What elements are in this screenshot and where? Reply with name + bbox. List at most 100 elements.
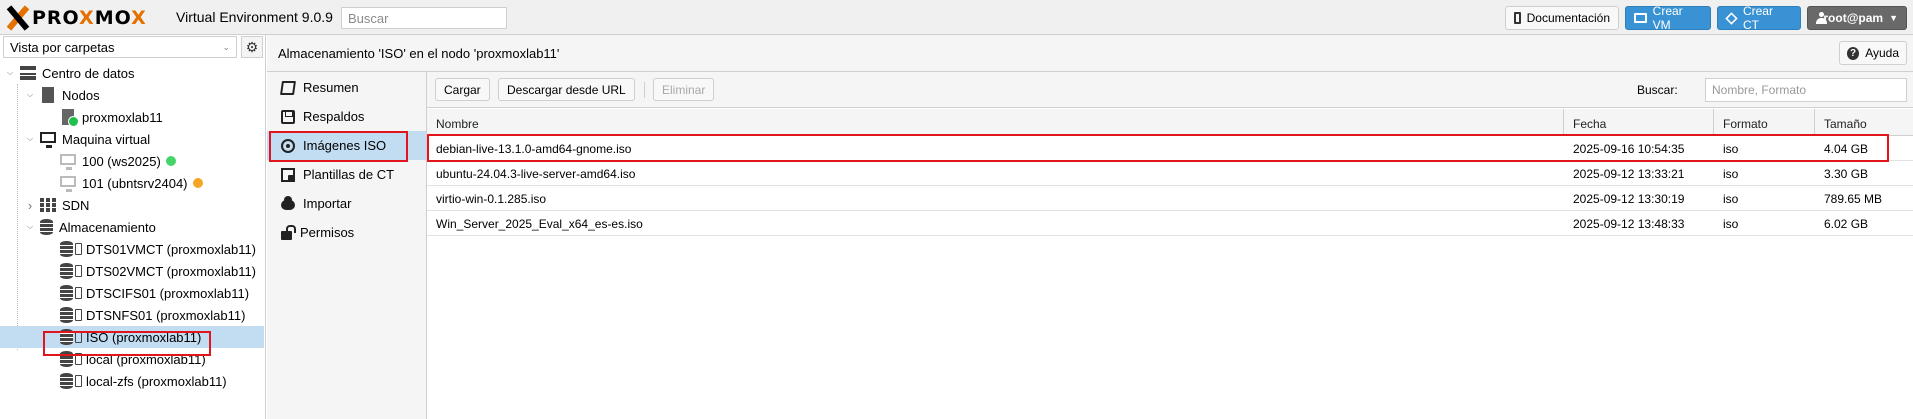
- table-row[interactable]: debian-live-13.1.0-amd64-gnome.iso 2025-0…: [427, 136, 1913, 161]
- resource-tree-panel: Vista por carpetas ⌄ ⚙ ⌵ Centro de datos ⌵…: [0, 35, 266, 419]
- subnav-item[interactable]: Resumen: [267, 73, 426, 102]
- table-cell: 2025-09-16 10:54:35: [1573, 142, 1685, 156]
- upload-button[interactable]: Cargar: [435, 78, 490, 101]
- subnav-item[interactable]: Permisos: [267, 218, 426, 247]
- column-header[interactable]: Formato: [1714, 109, 1815, 135]
- tree-item-label: DTSNFS01 (proxmoxlab11): [86, 307, 246, 323]
- table-cell: 2025-09-12 13:30:19: [1573, 192, 1685, 206]
- help-button[interactable]: ? Ayuda: [1839, 41, 1907, 65]
- monitor-icon: [1634, 13, 1647, 23]
- subnav-item[interactable]: Imágenes ISO: [267, 131, 426, 160]
- column-header[interactable]: Fecha: [1564, 109, 1714, 135]
- table-cell: iso: [1723, 167, 1739, 181]
- user-menu-button[interactable]: root@pam ▼: [1807, 6, 1907, 30]
- table-cell: iso: [1723, 142, 1739, 156]
- storage-doc-icon: [75, 265, 82, 277]
- database-icon: [40, 219, 53, 235]
- user-icon: [1816, 12, 1832, 24]
- collapse-toggle-icon[interactable]: ⌵: [24, 134, 36, 144]
- create-ct-label: Crear CT: [1742, 4, 1773, 32]
- global-search-input[interactable]: [341, 7, 507, 29]
- collapse-toggle-icon[interactable]: ⌵: [24, 90, 36, 100]
- tree-item[interactable]: ⌵ Maquina virtual: [0, 128, 264, 150]
- question-icon: ?: [1847, 46, 1860, 60]
- server-icon: [42, 87, 54, 103]
- unlock-icon: [281, 225, 296, 240]
- tree-item-label: Centro de datos: [42, 65, 135, 81]
- tree-item[interactable]: ⌵ Almacenamiento: [0, 216, 264, 238]
- storage-subnav: Resumen Respaldos Imágenes ISO Plantillas d…: [267, 72, 427, 419]
- table-cell: 6.02 GB: [1824, 217, 1869, 231]
- collapse-toggle-icon[interactable]: ⌵: [24, 222, 36, 232]
- table-row[interactable]: Win_Server_2025_Eval_x64_es-es.iso 2025-0…: [427, 211, 1913, 236]
- storage-doc-icon: [75, 331, 82, 343]
- table-cell: 4.04 GB: [1824, 142, 1869, 156]
- monitor-icon: [40, 131, 56, 148]
- table-cell: Win_Server_2025_Eval_x64_es-es.iso: [436, 217, 643, 231]
- panel-title-bar: Almacenamiento 'ISO' en el nodo 'proxmox…: [267, 35, 1913, 72]
- tree-item[interactable]: DTSCIFS01 (proxmoxlab11): [0, 282, 264, 304]
- documentation-label: Documentación: [1526, 11, 1610, 25]
- tree-item[interactable]: › SDN: [0, 194, 264, 216]
- subnav-item-label: Imágenes ISO: [303, 138, 387, 153]
- create-ct-button[interactable]: Crear CT: [1717, 4, 1801, 32]
- toolbar: Cargar Descargar desde URL Eliminar Busc…: [427, 72, 1913, 108]
- table-row[interactable]: virtio-win-0.1.285.iso 2025-09-12 13:30:1…: [427, 186, 1913, 211]
- tree-item[interactable]: DTSNFS01 (proxmoxlab11): [0, 304, 264, 326]
- storage-icon: [60, 351, 73, 367]
- documentation-button[interactable]: Documentación: [1505, 6, 1619, 30]
- tree-item[interactable]: 101 (ubntsrv2404): [0, 172, 264, 194]
- tree-item[interactable]: local (proxmoxlab11): [0, 348, 264, 370]
- sdn-grid-icon: [40, 198, 56, 212]
- datacenter-icon: [20, 66, 36, 80]
- user-label: root@pam: [1823, 11, 1884, 25]
- book-icon: [1514, 12, 1521, 24]
- resource-tree: ⌵ Centro de datos ⌵ Nodos proxmoxlab11 ⌵ Maqui…: [0, 62, 264, 392]
- table-row[interactable]: ubuntu-24.04.3-live-server-amd64.iso 2025…: [427, 161, 1913, 186]
- tree-item[interactable]: local-zfs (proxmoxlab11): [0, 370, 264, 392]
- subnav-item[interactable]: Importar: [267, 189, 426, 218]
- subnav-item[interactable]: Plantillas de CT: [267, 160, 426, 189]
- tree-item[interactable]: DTS02VMCT (proxmoxlab11): [0, 260, 264, 282]
- tree-item[interactable]: 100 (ws2025): [0, 150, 264, 172]
- subnav-item[interactable]: Respaldos: [267, 102, 426, 131]
- tree-item-label: Maquina virtual: [62, 131, 151, 147]
- toolbar-separator: [644, 82, 645, 98]
- tree-item-label: DTS01VMCT (proxmoxlab11): [86, 241, 257, 257]
- collapse-toggle-icon[interactable]: ⌵: [4, 68, 16, 78]
- storage-doc-icon: [75, 287, 82, 299]
- table-cell: 789.65 MB: [1824, 192, 1883, 206]
- disc-icon: [281, 138, 295, 153]
- filter-search-input[interactable]: [1705, 78, 1907, 102]
- tree-item[interactable]: DTS01VMCT (proxmoxlab11): [0, 238, 264, 260]
- tree-item[interactable]: proxmoxlab11: [0, 106, 264, 128]
- view-selector[interactable]: Vista por carpetas ⌄: [3, 36, 237, 58]
- storage-doc-icon: [75, 243, 82, 255]
- create-vm-button[interactable]: Crear VM: [1625, 4, 1711, 32]
- remove-button[interactable]: Eliminar: [653, 78, 715, 101]
- vm-icon: [60, 153, 76, 170]
- node-online-icon: [62, 109, 79, 127]
- page-title: Almacenamiento 'ISO' en el nodo 'proxmox…: [278, 46, 560, 61]
- storage-icon: [60, 329, 73, 345]
- gear-icon[interactable]: ⚙: [241, 36, 263, 58]
- subnav-item-label: Permisos: [300, 225, 355, 240]
- column-header[interactable]: Nombre: [427, 109, 1564, 135]
- template-icon: [281, 167, 295, 182]
- tree-item[interactable]: ISO (proxmoxlab11): [0, 326, 264, 348]
- chevron-down-icon: ▼: [1889, 13, 1898, 23]
- table-cell: 3.30 GB: [1824, 167, 1869, 181]
- table-cell: debian-live-13.1.0-amd64-gnome.iso: [436, 142, 632, 156]
- tree-item[interactable]: ⌵ Centro de datos: [0, 62, 264, 84]
- tree-item-label: DTSCIFS01 (proxmoxlab11): [86, 285, 250, 301]
- tree-item-label: SDN: [62, 197, 90, 213]
- column-header[interactable]: Tamaño: [1815, 109, 1913, 135]
- storage-icon: [60, 373, 73, 389]
- chevron-down-icon: ⌄: [222, 41, 230, 52]
- table-cell: iso: [1723, 217, 1739, 231]
- expand-toggle-icon[interactable]: ›: [24, 198, 36, 213]
- download-from-url-button[interactable]: Descargar desde URL: [498, 78, 635, 101]
- tree-item[interactable]: ⌵ Nodos: [0, 84, 264, 106]
- tree-item-label: Nodos: [62, 87, 100, 103]
- logo-x-icon: [6, 5, 30, 31]
